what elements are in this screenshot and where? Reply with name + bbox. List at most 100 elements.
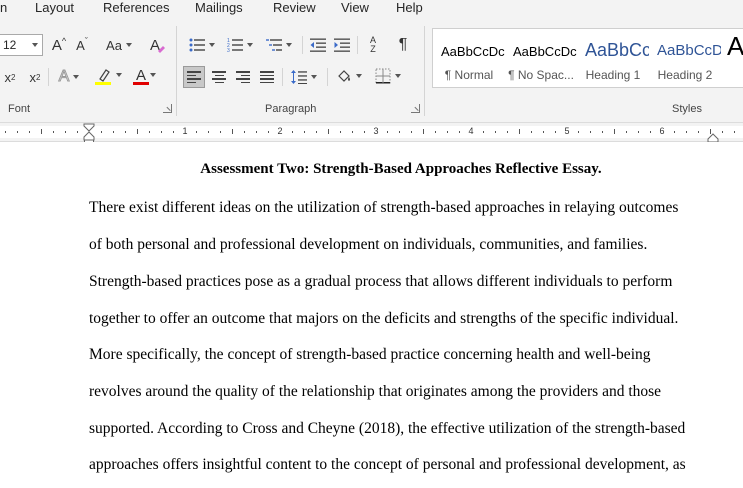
ruler-track [0, 126, 743, 138]
ruler-tick [41, 129, 42, 134]
tab-design[interactable]: n [0, 0, 7, 15]
ruler-tick [17, 131, 18, 133]
style-normal[interactable]: AaBbCcDc ¶ Normal [433, 29, 505, 87]
sort-icon-z: Z [370, 44, 376, 54]
horizontal-ruler[interactable]: 1 2 3 4 5 6 [0, 122, 743, 143]
ruler-tick [352, 131, 353, 133]
ruler-tick [626, 131, 627, 133]
group-divider [176, 26, 177, 116]
align-right-icon [236, 71, 250, 83]
line-spacing-icon [291, 70, 307, 84]
multilevel-list-icon [266, 39, 282, 51]
tab-mailings[interactable]: Mailings [195, 0, 243, 15]
ruler-tick [387, 131, 388, 133]
change-case-icon: Aa [106, 37, 122, 53]
ruler-number: 3 [373, 126, 379, 136]
ruler-tick [29, 131, 30, 133]
change-case-button[interactable]: Aa [102, 36, 136, 54]
justify-button[interactable] [256, 66, 278, 88]
ruler-tick [113, 131, 114, 133]
divider [357, 36, 358, 54]
ruler-tick [268, 131, 269, 133]
ruler-number: 6 [659, 126, 665, 136]
styles-group-label: Styles [672, 103, 702, 115]
paragraph-line: together to offer an outcome that majors… [89, 310, 679, 327]
numbering-button[interactable]: 123 [224, 36, 256, 54]
ruler-tick [149, 131, 150, 133]
clear-formatting-icon: A [150, 37, 165, 54]
divider [282, 68, 283, 86]
styles-gallery: AaBbCcDc ¶ Normal AaBbCcDc ¶ No Spac... … [432, 28, 743, 88]
ruler-tick [459, 131, 460, 133]
text-effects-button[interactable]: A [55, 68, 83, 86]
document-page[interactable]: Assessment Two: Strength-Based Approache… [0, 142, 743, 488]
ruler-tick [543, 131, 544, 133]
ruler-tick [208, 131, 209, 133]
ruler-tick [364, 131, 365, 133]
align-center-button[interactable] [208, 66, 230, 88]
align-right-button[interactable] [232, 66, 254, 88]
shrink-font-button[interactable]: Aˇ [72, 36, 92, 54]
divider [302, 36, 303, 54]
ruler-tick [292, 131, 293, 133]
ruler-tick [256, 131, 257, 133]
font-color-bar [133, 82, 149, 85]
paragraph-dialog-launcher-icon[interactable] [411, 104, 420, 113]
tab-references[interactable]: References [103, 0, 169, 15]
shading-button[interactable] [333, 66, 365, 86]
style-name: Heading 2 [657, 68, 713, 82]
grow-font-button[interactable]: A ^ [49, 36, 69, 54]
style-no-spacing[interactable]: AaBbCcDc ¶ No Spac... [505, 29, 577, 87]
paragraph-group-label: Paragraph [265, 103, 317, 115]
borders-button[interactable] [371, 66, 405, 86]
font-dialog-launcher-icon[interactable] [163, 104, 172, 113]
ruler-tick [686, 131, 687, 133]
font-size-value: 12 [3, 38, 17, 52]
justify-icon [260, 71, 274, 83]
text-effects-icon: A [58, 68, 70, 86]
ruler-number: 2 [277, 126, 283, 136]
tab-help[interactable]: Help [396, 0, 423, 15]
subscript-button[interactable]: x2 [2, 68, 18, 86]
ruler-tick [232, 129, 233, 134]
clear-formatting-button[interactable]: A [146, 34, 168, 56]
show-formatting-button[interactable]: ¶ [393, 34, 413, 56]
sort-button[interactable]: A Z [362, 34, 384, 56]
tab-view[interactable]: View [341, 0, 369, 15]
style-sample: AaBbCc [585, 40, 649, 60]
tab-layout[interactable]: Layout [35, 0, 74, 15]
ruler-tick [590, 131, 591, 133]
divider [327, 68, 328, 86]
ruler-tick [435, 131, 436, 133]
paragraph-line: of both personal and professional develo… [89, 236, 648, 253]
align-center-icon [212, 71, 226, 83]
ruler-tick [101, 131, 102, 133]
style-name: Heading 1 [585, 68, 641, 82]
ruler-tick [674, 131, 675, 133]
numbering-icon: 123 [227, 38, 243, 52]
style-sample: A [727, 31, 743, 61]
ruler-tick [507, 131, 508, 133]
align-left-button[interactable] [183, 66, 205, 88]
decrease-indent-button[interactable] [308, 36, 328, 54]
pilcrow-icon: ¶ [398, 36, 408, 53]
tab-review[interactable]: Review [273, 0, 316, 15]
first-line-indent-icon[interactable] [82, 123, 96, 143]
line-spacing-button[interactable] [287, 68, 321, 86]
ruler-tick [734, 131, 735, 133]
ruler-tick [220, 131, 221, 133]
ruler-tick [340, 131, 341, 133]
font-size-select[interactable]: 12 [0, 34, 43, 56]
style-title[interactable]: A [721, 29, 743, 87]
ruler-tick [125, 131, 126, 133]
paint-bucket-icon [338, 70, 350, 82]
ruler-tick [614, 129, 615, 134]
style-heading-2[interactable]: AaBbCcD Heading 2 [649, 29, 721, 87]
increase-indent-button[interactable] [332, 36, 352, 54]
style-heading-1[interactable]: AaBbCc Heading 1 [577, 29, 649, 87]
ruler-tick [161, 131, 162, 133]
superscript-button[interactable]: x2 [27, 68, 43, 86]
paragraph-line: approaches offers insightful content to … [89, 456, 686, 473]
multilevel-list-button[interactable] [263, 36, 295, 54]
bullets-button[interactable] [186, 36, 218, 54]
